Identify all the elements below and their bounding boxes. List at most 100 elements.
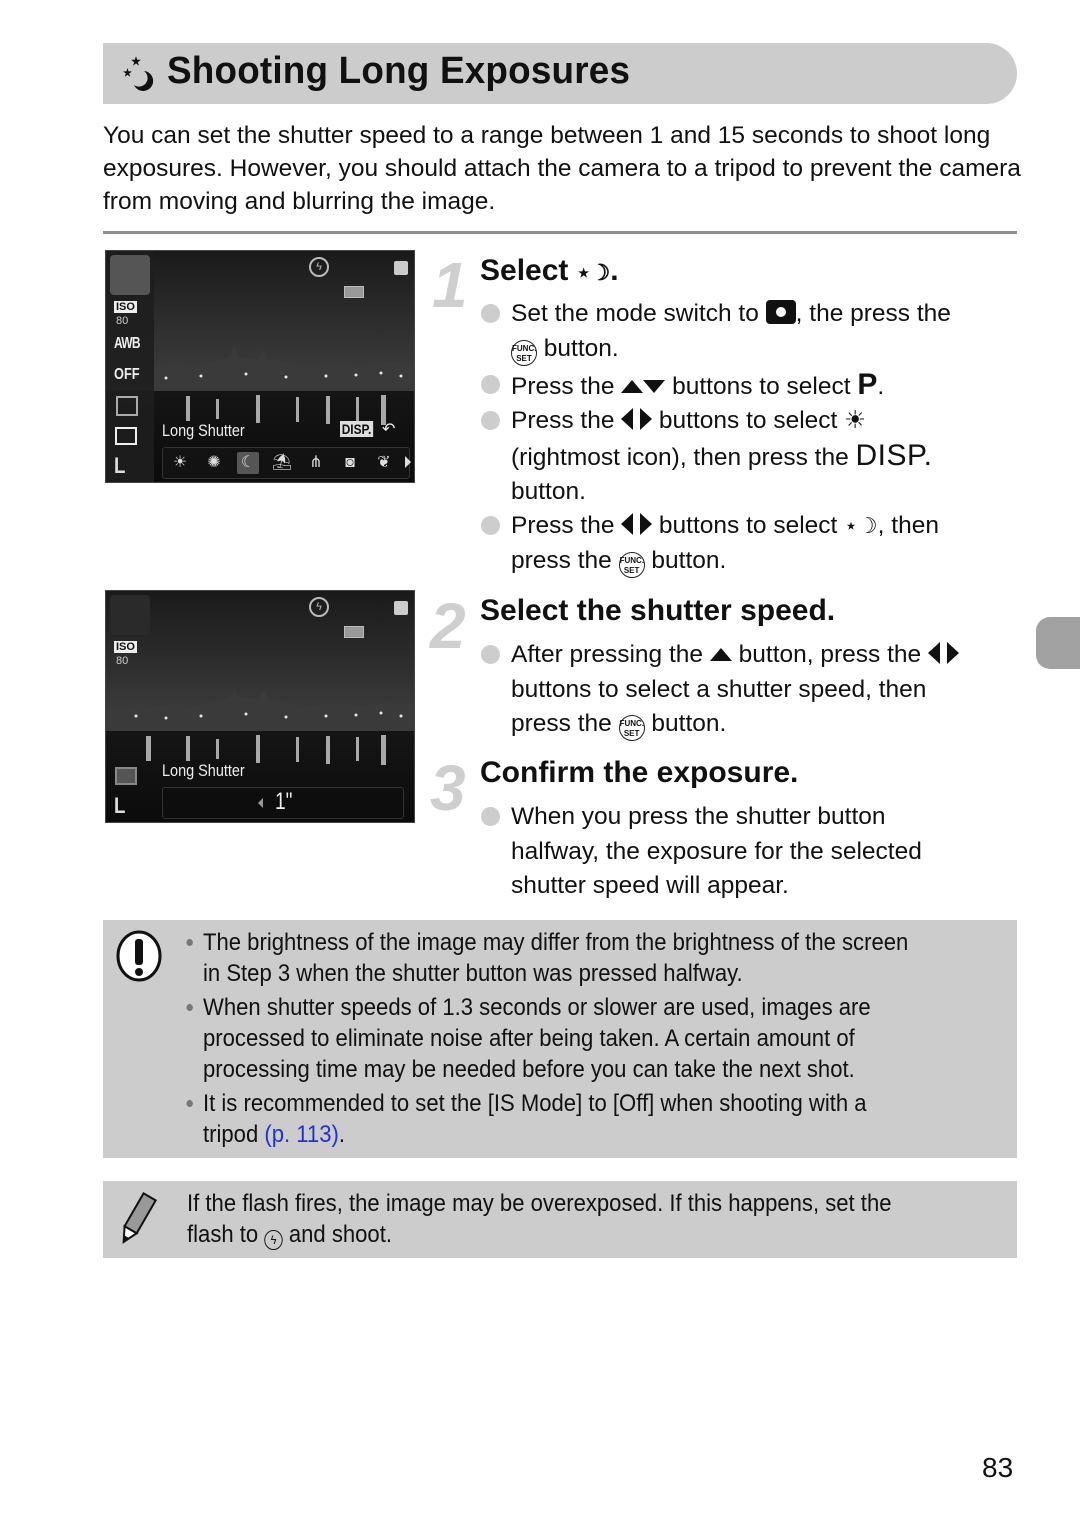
night-scene-icon (123, 56, 154, 91)
text: buttons to select (665, 373, 858, 400)
text: It is recommended to set the [IS Mode] t… (203, 1090, 867, 1117)
bullet-icon (481, 304, 500, 323)
bullet-icon (481, 411, 500, 430)
bullet-icon (481, 516, 500, 535)
left-arrow-icon (621, 513, 634, 535)
disp-button-label: DISP. (855, 438, 933, 472)
up-arrow-icon (709, 648, 732, 661)
caution-icon (116, 930, 162, 982)
text: and shoot. (282, 1221, 392, 1248)
aspect-ratio-icon[interactable] (115, 427, 137, 445)
text: button. (644, 546, 727, 574)
iso-value: 80 (116, 315, 129, 327)
step-title: Select the shutter speed. (480, 594, 836, 627)
foliage-icon[interactable]: ❦ (373, 452, 395, 474)
scene-icon-strip: ☀ ✺ ☾ ⛱ ⋔ ◙ ❦ (162, 447, 411, 479)
function-menu: ISO 80 AWB OFF L (106, 251, 154, 482)
tip-text: If the flash fires, the image may be ove… (187, 1188, 892, 1250)
aquarium-icon[interactable]: ⋔ (305, 452, 327, 474)
return-icon[interactable]: ↶ (382, 419, 395, 439)
pencil-icon (122, 1191, 158, 1244)
text: . (877, 373, 885, 400)
text: The brightness of the image may differ f… (203, 929, 909, 956)
list-item: Press the buttons to select ☀ (rightmost… (481, 404, 933, 510)
intro-paragraph: You can set the shutter speed to a range… (103, 122, 1021, 215)
fireworks-icon[interactable]: ✺ (203, 452, 225, 474)
func-set-button-icon: FUNC. SET (618, 715, 645, 741)
text: shutter speed will appear. (511, 872, 789, 899)
text: press the (511, 710, 619, 737)
text: in Step 3 when the shutter button was pr… (203, 960, 743, 987)
night-scene-icon: ⋆☽ (576, 260, 611, 285)
mode-label: Long Shutter (162, 761, 245, 780)
camera-mode-icon (765, 300, 796, 324)
caution-item: The brightness of the image may differ f… (186, 927, 909, 989)
down-arrow-icon (643, 380, 666, 393)
my-colors-off-label[interactable]: OFF (114, 366, 140, 384)
text: tripod (203, 1121, 265, 1148)
sunset-icon[interactable]: ☀ (169, 452, 191, 474)
scroll-right-arrow-icon[interactable] (405, 456, 411, 468)
disp-button-hint[interactable]: DISP. (340, 421, 373, 437)
image-size-icon[interactable]: L (114, 453, 125, 479)
text: After pressing the (511, 641, 710, 668)
camera-mode-icon (394, 261, 408, 275)
flash-off-icon: ϟ (264, 1230, 283, 1250)
underwater-icon[interactable]: ◙ (339, 452, 361, 474)
caution-item: It is recommended to set the [IS Mode] t… (186, 1088, 867, 1150)
step-number: 1 (432, 249, 468, 321)
sunset-scene-icon: ☀ (844, 407, 867, 434)
text: Set the mode switch to (511, 300, 766, 327)
mode-label: Long Shutter (162, 421, 245, 440)
text: processing time may be needed before you… (203, 1056, 855, 1083)
text: button, press the (731, 641, 928, 668)
text: When shutter speeds of 1.3 seconds or sl… (203, 994, 871, 1021)
text: buttons to select (652, 512, 845, 539)
divider (103, 231, 1017, 234)
shutter-speed-selector[interactable]: 1" (162, 787, 404, 819)
text: (rightmost icon), then press the (511, 443, 856, 471)
text: button. (644, 710, 727, 737)
text: flash to (187, 1221, 265, 1248)
long-shutter-mode-icon[interactable] (110, 255, 150, 295)
text: buttons to select a shutter speed, then (511, 675, 927, 703)
page-title: Shooting Long Exposures (167, 50, 631, 92)
city-skyline (106, 686, 414, 731)
func-set-button-icon: FUNC. SET (511, 339, 537, 366)
scroll-left-arrow-icon[interactable] (258, 798, 263, 808)
text: processed to eliminate noise after being… (203, 1025, 855, 1052)
list-item: When you press the shutter button halfwa… (481, 800, 922, 904)
iso-label: ISO (114, 641, 137, 653)
text: halfway, the exposure for the selected (511, 837, 922, 865)
text: If the flash fires, the image may be ove… (187, 1190, 892, 1217)
camera-screen-mode-select: ISO 80 AWB OFF L ϟ Long Shutter DISP. ↶ … (105, 250, 415, 483)
text: buttons to select (652, 407, 845, 434)
text: Press the (511, 373, 622, 400)
text: Press the (511, 512, 622, 539)
program-mode-icon: P (857, 368, 878, 401)
night-scene-icon: ⋆☽ (844, 513, 878, 538)
image-size-icon: L (114, 793, 126, 818)
text: Press the (511, 407, 622, 434)
long-shutter-icon[interactable]: ☾ (237, 452, 259, 474)
list-item: Press the buttons to select P. (481, 368, 885, 405)
white-balance-label[interactable]: AWB (114, 335, 141, 353)
list-item: Set the mode switch to , the press the F… (481, 297, 951, 366)
chapter-tab (1036, 617, 1080, 669)
long-shutter-mode-icon (110, 595, 150, 635)
metering-icon[interactable] (116, 396, 138, 416)
iso-label[interactable]: ISO (114, 301, 137, 313)
text: , the press the (795, 300, 951, 327)
bullet-icon (186, 1100, 193, 1107)
bullet-icon (186, 1004, 193, 1011)
step-title: Confirm the exposure. (480, 756, 799, 789)
step-number: 2 (430, 590, 466, 662)
step-number: 3 (430, 752, 466, 824)
aspect-ratio-icon (115, 767, 137, 785)
bullet-icon (481, 645, 500, 664)
battery-icon (344, 286, 364, 298)
page-link[interactable]: (p. 113) (264, 1121, 338, 1148)
beach-icon[interactable]: ⛱ (271, 452, 293, 474)
func-set-button-icon: FUNC. SET (618, 551, 645, 578)
flash-off-icon: ϟ (309, 597, 329, 617)
